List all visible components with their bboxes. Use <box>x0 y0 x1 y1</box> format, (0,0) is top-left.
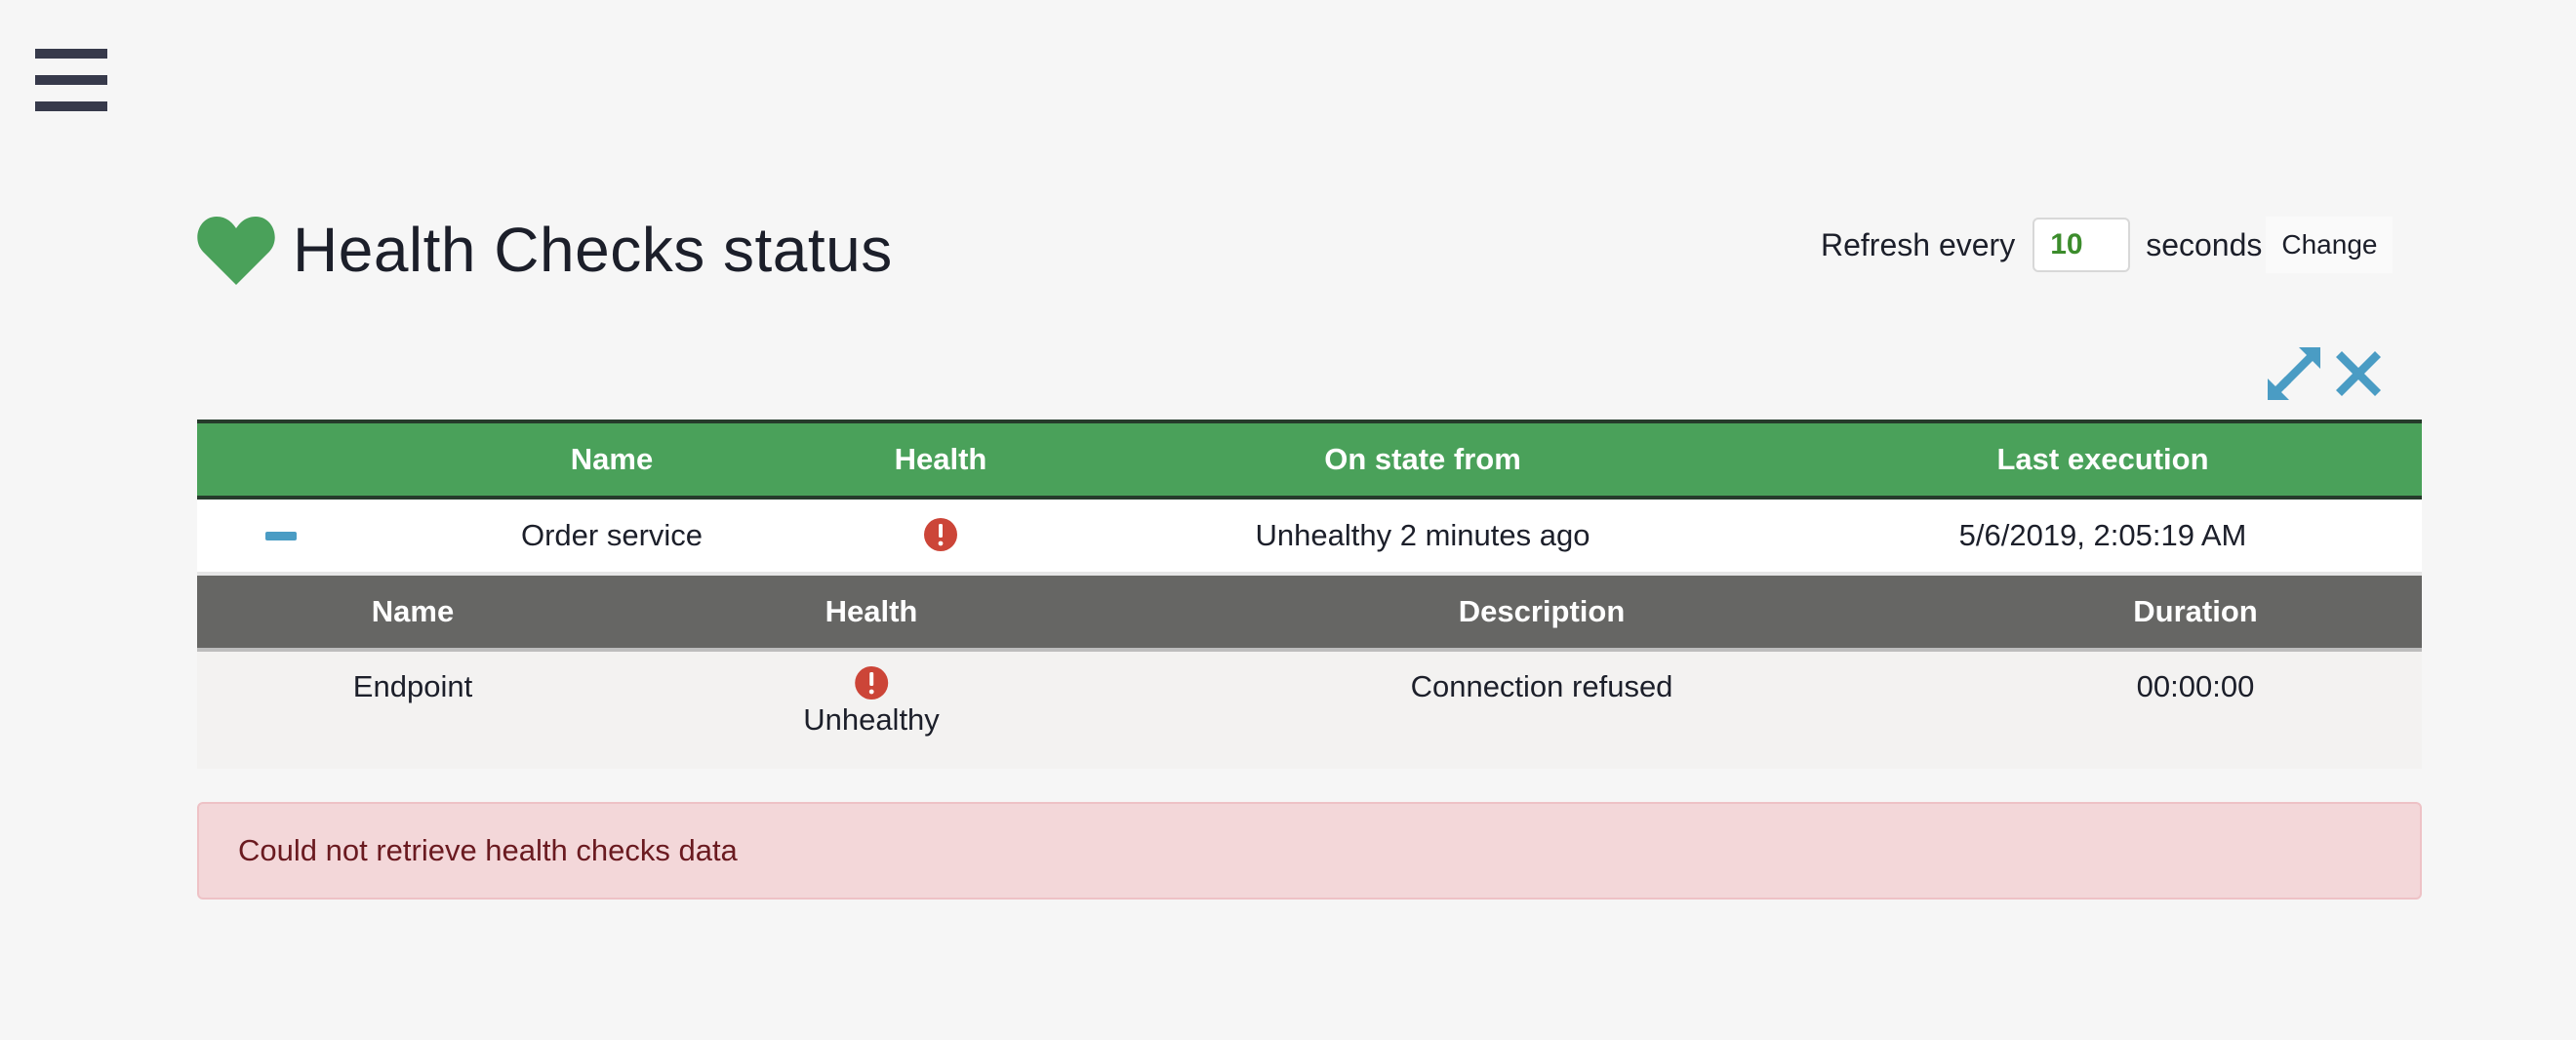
refresh-interval-input[interactable] <box>2033 218 2131 272</box>
service-name: Order service <box>520 518 704 552</box>
column-header-health[interactable]: Health <box>895 423 987 496</box>
check-health-label: Unhealthy <box>803 702 940 737</box>
detail-column-header-health: Health <box>825 594 918 628</box>
page-title: Health Checks status <box>293 215 893 285</box>
heart-icon <box>197 217 275 285</box>
last-execution: 5/6/2019, 2:05:19 AM <box>1958 518 2247 552</box>
refresh-control: Refresh every seconds Change <box>1821 217 2394 273</box>
hamburger-icon-bar <box>35 49 107 59</box>
table-actions <box>2266 345 2381 402</box>
refresh-unit-label: seconds <box>2146 226 2263 262</box>
detail-column-header-description: Description <box>1458 594 1626 628</box>
table-row[interactable]: Order service Unhealthy 2 minutes ago 5/… <box>197 500 2422 576</box>
page-header: Health Checks status <box>197 213 893 287</box>
detail-column-header-duration: Duration <box>2133 594 2258 628</box>
change-button[interactable]: Change <box>2266 217 2394 273</box>
column-header-last-execution[interactable]: Last execution <box>1996 423 2208 496</box>
check-name: Endpoint <box>352 669 473 703</box>
refresh-label: Refresh every <box>1821 226 2016 262</box>
error-alert: Could not retrieve health checks data <box>197 802 2422 900</box>
menu-button[interactable] <box>35 49 109 111</box>
column-header-name[interactable]: Name <box>571 423 653 496</box>
check-description: Connection refused <box>1410 669 1673 703</box>
health-checks-table: Name Health On state from Last execution… <box>197 420 2422 769</box>
minus-icon[interactable] <box>265 532 297 540</box>
column-header-on-state-from[interactable]: On state from <box>1324 423 1521 496</box>
exclamation-circle-icon <box>924 518 957 551</box>
exclamation-circle-icon <box>855 666 888 700</box>
error-alert-message: Could not retrieve health checks data <box>238 833 738 867</box>
check-duration: 00:00:00 <box>2136 669 2255 703</box>
hamburger-icon-bar <box>35 101 107 111</box>
detail-table-header: Name Health Description Duration <box>197 576 2422 652</box>
close-icon[interactable] <box>2336 351 2381 396</box>
detail-table-row: Endpoint Unhealthy Connection refused 00… <box>197 652 2422 769</box>
hamburger-icon-bar <box>35 75 107 85</box>
check-health: Unhealthy <box>803 665 940 738</box>
expand-icon[interactable] <box>2266 345 2322 402</box>
detail-column-header-name: Name <box>371 594 455 628</box>
on-state-from: Unhealthy 2 minutes ago <box>1255 518 1590 552</box>
table-header: Name Health On state from Last execution <box>197 420 2422 500</box>
